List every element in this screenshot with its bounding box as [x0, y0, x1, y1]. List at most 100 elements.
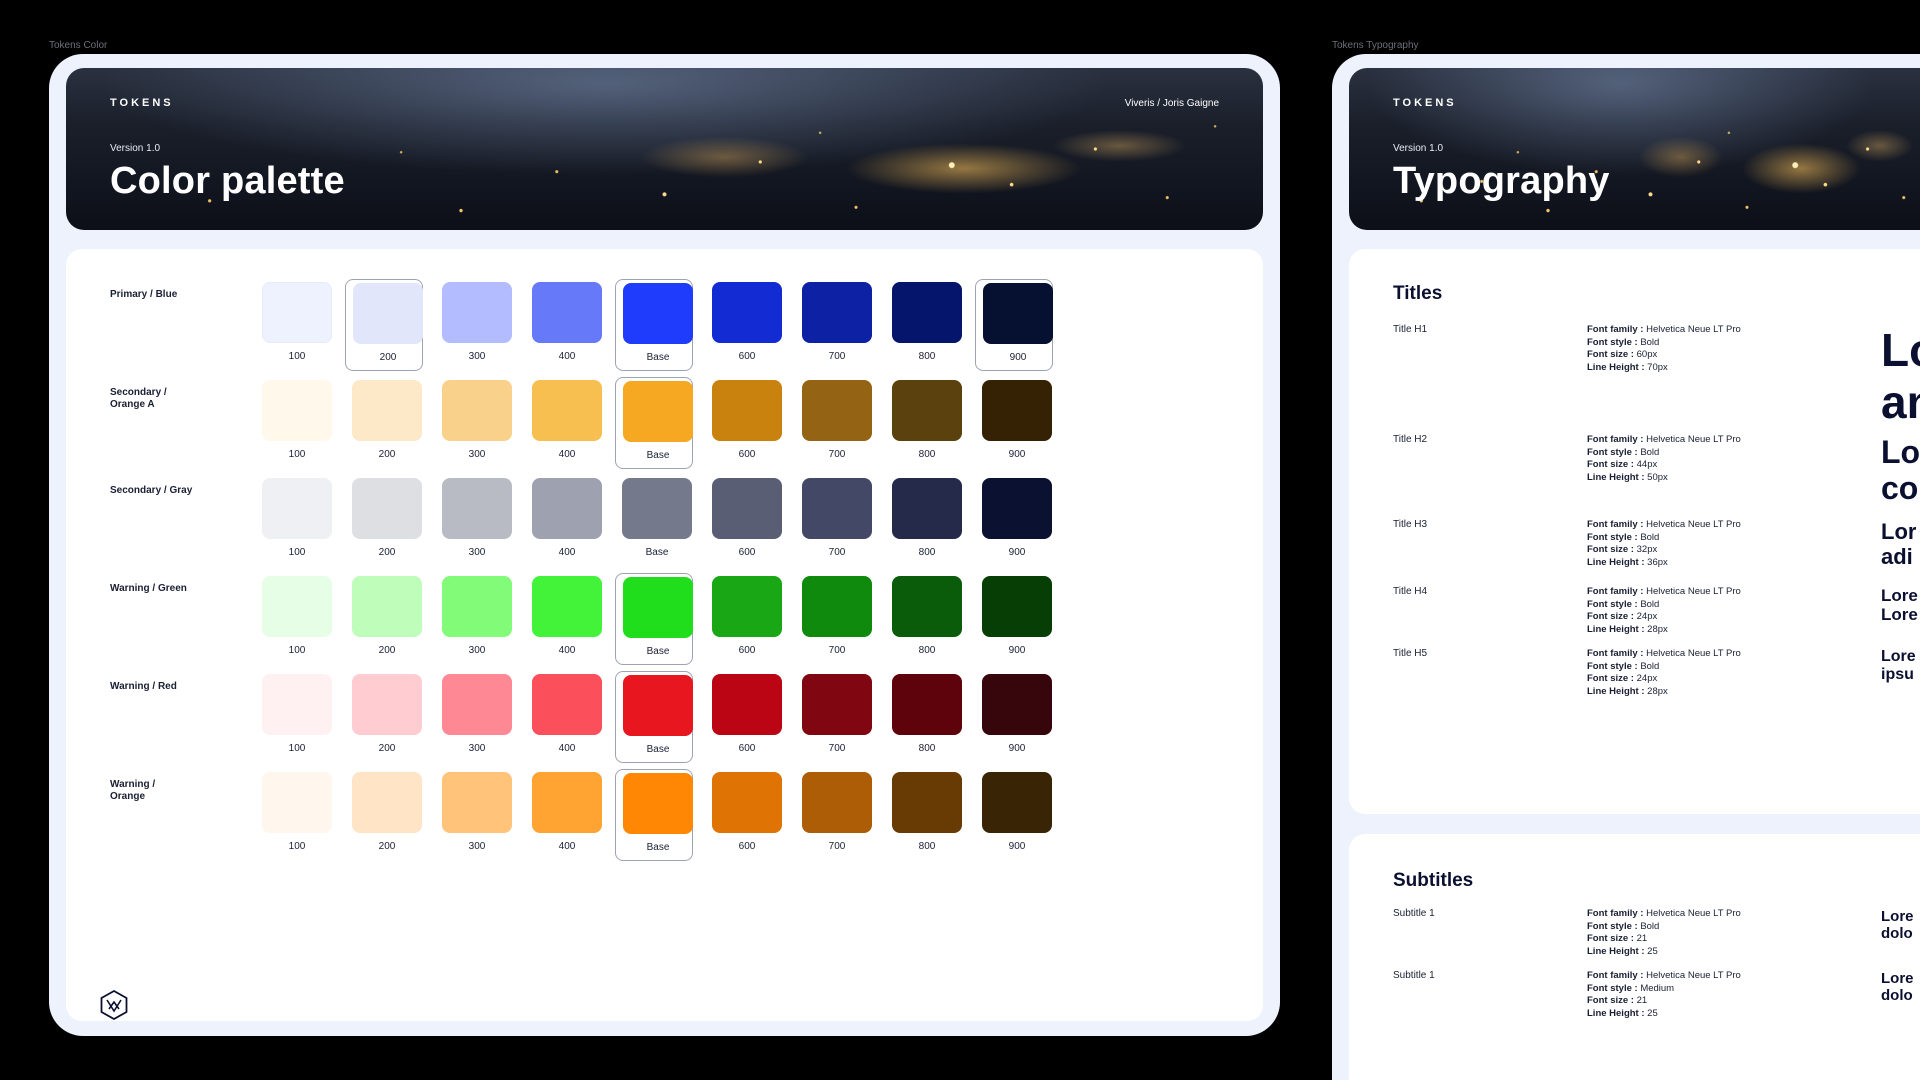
- color-swatch[interactable]: [712, 478, 782, 539]
- color-swatch[interactable]: [982, 674, 1052, 735]
- color-swatch-cell[interactable]: 900: [975, 671, 1053, 763]
- color-swatch[interactable]: [623, 283, 693, 344]
- color-swatch-cell[interactable]: 300: [435, 279, 513, 371]
- color-swatch-cell[interactable]: 100: [255, 671, 333, 763]
- color-swatch[interactable]: [982, 772, 1052, 833]
- color-swatch[interactable]: [352, 478, 422, 539]
- color-swatch-cell[interactable]: Base: [615, 279, 693, 371]
- color-swatch-cell[interactable]: 700: [795, 573, 873, 665]
- color-swatch[interactable]: [712, 674, 782, 735]
- color-swatch[interactable]: [802, 380, 872, 441]
- color-swatch[interactable]: [532, 380, 602, 441]
- color-swatch-cell[interactable]: 700: [795, 475, 873, 567]
- color-swatch-cell[interactable]: Base: [615, 475, 693, 567]
- color-swatch[interactable]: [532, 478, 602, 539]
- color-swatch-cell[interactable]: 900: [975, 769, 1053, 861]
- color-swatch[interactable]: [262, 282, 332, 343]
- color-swatch[interactable]: [712, 576, 782, 637]
- color-swatch[interactable]: [623, 381, 693, 442]
- color-swatch-cell[interactable]: 100: [255, 573, 333, 665]
- color-swatch-cell[interactable]: Base: [615, 573, 693, 665]
- color-swatch-cell[interactable]: 200: [345, 475, 423, 567]
- color-swatch[interactable]: [532, 772, 602, 833]
- color-swatch[interactable]: [532, 674, 602, 735]
- color-swatch-cell[interactable]: 300: [435, 377, 513, 469]
- color-swatch[interactable]: [442, 282, 512, 343]
- color-swatch-cell[interactable]: 300: [435, 475, 513, 567]
- color-swatch-cell[interactable]: 200: [345, 573, 423, 665]
- color-swatch[interactable]: [712, 282, 782, 343]
- color-swatch-cell[interactable]: 100: [255, 769, 333, 861]
- color-swatch[interactable]: [352, 772, 422, 833]
- color-swatch-cell[interactable]: 400: [525, 377, 603, 469]
- color-swatch-cell[interactable]: 400: [525, 279, 603, 371]
- color-swatch[interactable]: [802, 282, 872, 343]
- color-swatch[interactable]: [802, 674, 872, 735]
- color-swatch[interactable]: [623, 773, 693, 834]
- color-swatch[interactable]: [892, 380, 962, 441]
- color-swatch[interactable]: [352, 674, 422, 735]
- color-swatch-cell[interactable]: 900: [975, 279, 1053, 371]
- color-swatch-cell[interactable]: 200: [345, 769, 423, 861]
- color-swatch-cell[interactable]: 400: [525, 769, 603, 861]
- color-swatch-cell[interactable]: 800: [885, 279, 963, 371]
- color-swatch-cell[interactable]: Base: [615, 769, 693, 861]
- color-swatch-cell[interactable]: 300: [435, 671, 513, 763]
- color-swatch[interactable]: [262, 380, 332, 441]
- color-swatch-cell[interactable]: 600: [705, 671, 783, 763]
- color-swatch[interactable]: [532, 576, 602, 637]
- color-swatch[interactable]: [983, 283, 1053, 344]
- color-swatch-cell[interactable]: 400: [525, 475, 603, 567]
- color-swatch-cell[interactable]: 800: [885, 671, 963, 763]
- color-swatch[interactable]: [892, 674, 962, 735]
- color-swatch-cell[interactable]: 900: [975, 475, 1053, 567]
- color-swatch[interactable]: [623, 577, 693, 638]
- color-swatch-cell[interactable]: 900: [975, 573, 1053, 665]
- color-swatch[interactable]: [262, 478, 332, 539]
- color-swatch[interactable]: [442, 674, 512, 735]
- color-swatch-cell[interactable]: 600: [705, 573, 783, 665]
- color-swatch-cell[interactable]: Base: [615, 377, 693, 469]
- color-swatch-cell[interactable]: 300: [435, 769, 513, 861]
- color-swatch[interactable]: [892, 772, 962, 833]
- color-swatch[interactable]: [262, 772, 332, 833]
- color-swatch[interactable]: [353, 283, 423, 344]
- color-swatch[interactable]: [712, 772, 782, 833]
- color-swatch-cell[interactable]: 100: [255, 279, 333, 371]
- color-swatch-cell[interactable]: 600: [705, 279, 783, 371]
- color-swatch[interactable]: [442, 576, 512, 637]
- color-swatch-cell[interactable]: 200: [345, 377, 423, 469]
- color-swatch[interactable]: [982, 478, 1052, 539]
- color-swatch[interactable]: [442, 380, 512, 441]
- color-swatch-cell[interactable]: 400: [525, 671, 603, 763]
- color-swatch[interactable]: [622, 478, 692, 539]
- color-swatch[interactable]: [262, 576, 332, 637]
- color-swatch-cell[interactable]: 300: [435, 573, 513, 665]
- color-swatch-cell[interactable]: 700: [795, 671, 873, 763]
- color-swatch[interactable]: [982, 576, 1052, 637]
- color-swatch[interactable]: [442, 772, 512, 833]
- color-swatch-cell[interactable]: 400: [525, 573, 603, 665]
- color-swatch[interactable]: [892, 478, 962, 539]
- color-swatch-cell[interactable]: 800: [885, 475, 963, 567]
- color-swatch[interactable]: [892, 282, 962, 343]
- color-swatch[interactable]: [352, 380, 422, 441]
- color-swatch-cell[interactable]: 800: [885, 573, 963, 665]
- color-swatch[interactable]: [442, 478, 512, 539]
- color-swatch-cell[interactable]: 700: [795, 769, 873, 861]
- color-swatch-cell[interactable]: 200: [345, 671, 423, 763]
- color-swatch[interactable]: [802, 576, 872, 637]
- color-swatch[interactable]: [892, 576, 962, 637]
- color-swatch-cell[interactable]: 600: [705, 769, 783, 861]
- color-swatch[interactable]: [712, 380, 782, 441]
- color-swatch-cell[interactable]: Base: [615, 671, 693, 763]
- color-swatch[interactable]: [623, 675, 693, 736]
- color-swatch-cell[interactable]: 900: [975, 377, 1053, 469]
- color-swatch[interactable]: [532, 282, 602, 343]
- color-swatch-cell[interactable]: 600: [705, 475, 783, 567]
- color-swatch-cell[interactable]: 100: [255, 377, 333, 469]
- color-swatch[interactable]: [982, 380, 1052, 441]
- color-swatch[interactable]: [802, 478, 872, 539]
- color-swatch-cell[interactable]: 600: [705, 377, 783, 469]
- color-swatch-cell[interactable]: 700: [795, 279, 873, 371]
